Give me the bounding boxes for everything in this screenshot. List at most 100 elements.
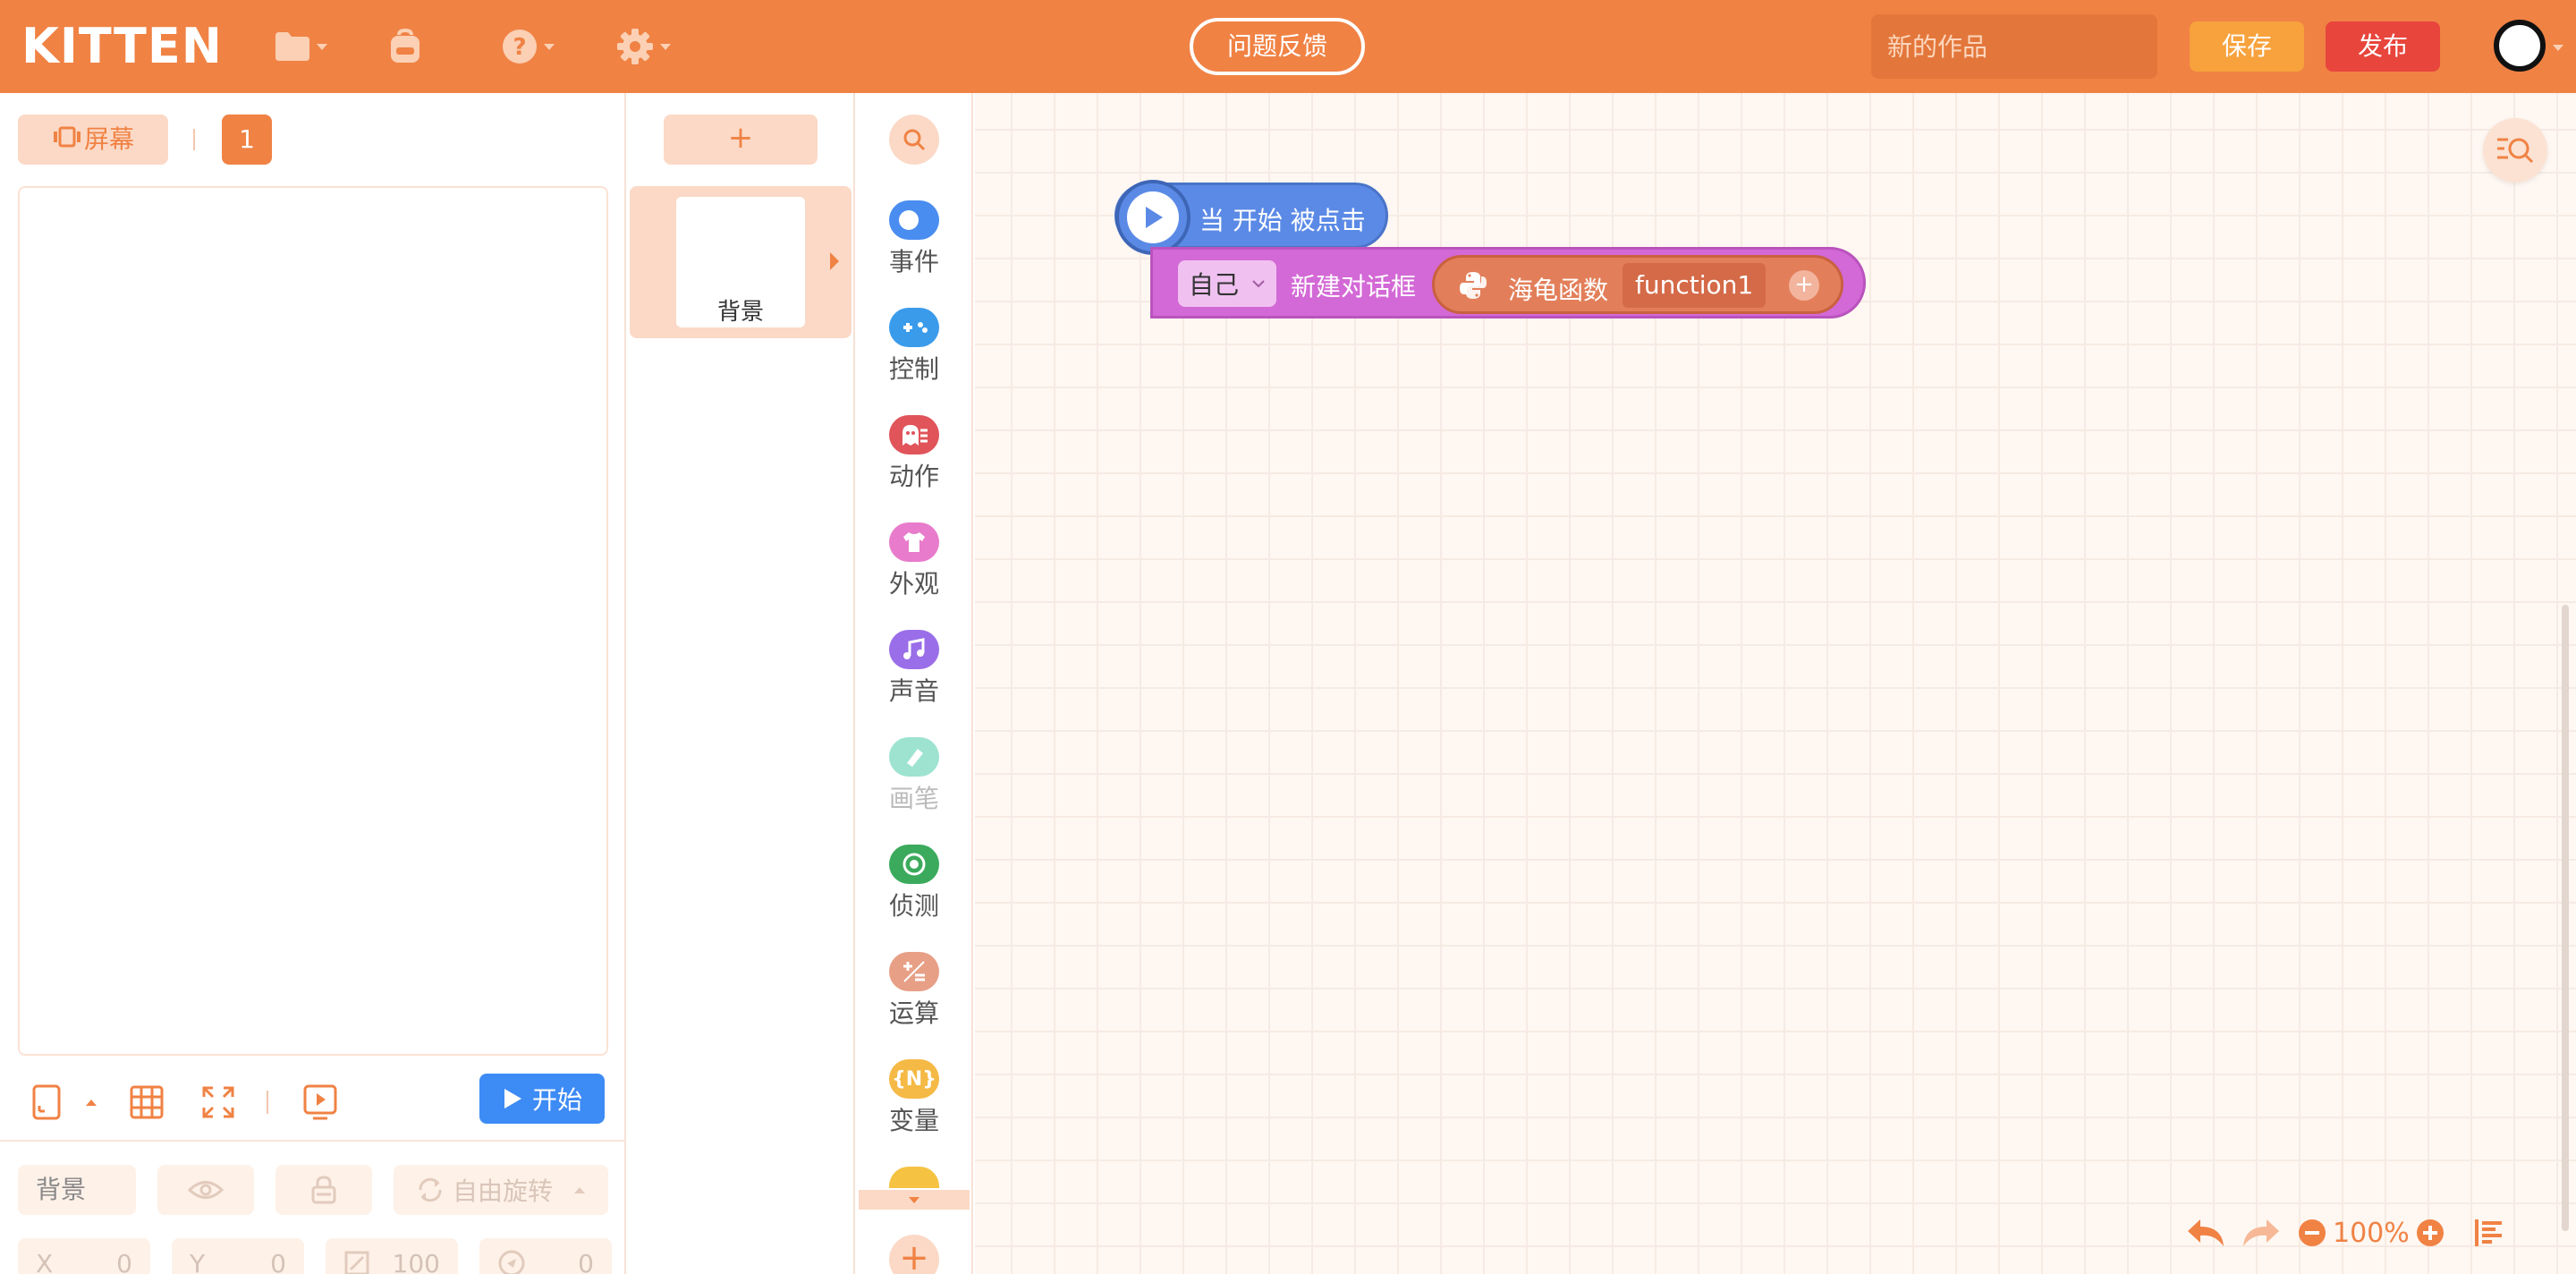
divider: [0, 1140, 626, 1142]
folder-icon: [275, 32, 309, 61]
sprite-item-background[interactable]: 背景: [630, 186, 852, 338]
zoom-out-icon[interactable]: [2297, 1218, 2327, 1248]
screen-icon: [52, 115, 82, 166]
target-select-value: 自己: [1189, 270, 1240, 300]
tablet-icon: [32, 1084, 61, 1120]
ghost-icon: [889, 415, 939, 454]
direction-field[interactable]: 0: [479, 1238, 612, 1274]
publish-button[interactable]: 发布: [2326, 21, 2440, 72]
category-scroll-down[interactable]: [859, 1190, 970, 1210]
new-dialog-block[interactable]: 自己 新建对话框 海龟函数 function1 +: [1150, 247, 1866, 318]
chevron-down-icon[interactable]: [2553, 45, 2563, 51]
size-field[interactable]: 100: [326, 1238, 458, 1274]
category-label: 控制: [888, 354, 939, 384]
add-parameter-button[interactable]: +: [1789, 270, 1819, 301]
play-icon: [504, 1089, 521, 1108]
screen-tab[interactable]: 屏幕: [18, 115, 168, 165]
grid-toggle[interactable]: [129, 1081, 165, 1124]
chevron-up-icon: [574, 1187, 585, 1193]
undo-icon[interactable]: [2186, 1218, 2225, 1248]
category-control[interactable]: 控制: [855, 308, 973, 397]
x-label: X: [36, 1248, 54, 1274]
category-operators[interactable]: 运算: [855, 952, 973, 1041]
chevron-down-icon: [1252, 280, 1265, 288]
sprite-panel: + 背景: [628, 93, 855, 1274]
visibility-toggle[interactable]: [157, 1165, 254, 1215]
chevron-down-icon: [909, 1197, 919, 1203]
chevron-right-icon[interactable]: [830, 252, 839, 270]
zoom-control: 100%: [2297, 1218, 2445, 1249]
gear-icon: [617, 29, 653, 64]
workspace-scrollbar[interactable]: [2562, 605, 2569, 1231]
direction-value: 0: [578, 1248, 594, 1274]
target-select[interactable]: 自己: [1178, 260, 1276, 307]
stage-canvas[interactable]: [18, 186, 608, 1056]
turtle-function-block[interactable]: 海龟函数 function1 +: [1432, 255, 1843, 314]
avatar[interactable]: [2494, 20, 2546, 72]
lock-icon: [311, 1176, 336, 1204]
workspace-search-button[interactable]: [2483, 118, 2547, 183]
list-search-icon: [2497, 138, 2534, 164]
save-button[interactable]: 保存: [2190, 21, 2304, 72]
radar-icon: [889, 845, 939, 884]
direction-icon: [498, 1250, 525, 1274]
category-looks[interactable]: 外观: [855, 522, 973, 612]
redo-icon[interactable]: [2241, 1218, 2281, 1248]
align-blocks-icon[interactable]: [2474, 1218, 2506, 1248]
x-value: 0: [116, 1248, 132, 1274]
feedback-button[interactable]: 问题反馈: [1190, 18, 1365, 75]
chevron-down-icon: [660, 43, 671, 50]
preview-button[interactable]: [302, 1081, 338, 1124]
block-categories: 事件 控制 动作 外观 声音 画笔 侦测 运算 {N} 变量 +: [855, 93, 973, 1274]
rotation-mode-label: 自由旋转: [452, 1176, 553, 1206]
math-icon: [889, 952, 939, 991]
code-workspace[interactable]: 当 开始 被点击 自己 新建对话框 海龟函数 function1 +: [975, 93, 2576, 1274]
lock-toggle[interactable]: [275, 1165, 372, 1215]
category-sound[interactable]: 声音: [855, 630, 973, 719]
music-icon: [889, 630, 939, 669]
settings-menu[interactable]: [615, 21, 671, 72]
add-extension-button[interactable]: +: [889, 1235, 939, 1274]
stage-panel: 屏幕 1 开始 背景 自由旋转 X 0 Y 0 100 0: [0, 93, 626, 1274]
start-label: 开始: [531, 1085, 582, 1115]
help-menu[interactable]: ?: [501, 21, 555, 72]
file-menu[interactable]: [274, 21, 327, 72]
category-pen[interactable]: 画笔: [855, 737, 973, 827]
category-lists[interactable]: [855, 1167, 973, 1188]
fullscreen-icon: [202, 1086, 234, 1118]
category-label: 外观: [888, 569, 939, 599]
y-value: 0: [270, 1248, 286, 1274]
chevron-down-icon: [317, 43, 327, 50]
selected-object-name[interactable]: 背景: [18, 1165, 136, 1215]
workspace-controls: 100%: [2186, 1211, 2506, 1254]
when-start-clicked-block[interactable]: 当 开始 被点击: [1114, 180, 1388, 255]
x-field[interactable]: X 0: [18, 1238, 150, 1274]
category-variables[interactable]: {N} 变量: [855, 1059, 973, 1149]
device-size-button[interactable]: [30, 1081, 63, 1124]
screen-count-badge[interactable]: 1: [222, 115, 272, 165]
project-title-input[interactable]: [1871, 14, 2157, 79]
category-label: 侦测: [888, 891, 939, 921]
category-motion[interactable]: 动作: [855, 415, 973, 505]
rotate-icon: [419, 1177, 442, 1202]
help-icon: ?: [503, 30, 537, 64]
play-screen-icon: [303, 1084, 337, 1120]
category-label: 画笔: [888, 784, 939, 813]
fullscreen-button[interactable]: [200, 1081, 236, 1124]
category-sensing[interactable]: 侦测: [855, 845, 973, 934]
start-button[interactable]: 开始: [479, 1074, 605, 1124]
add-sprite-button[interactable]: +: [664, 115, 818, 165]
zoom-in-icon[interactable]: [2415, 1218, 2445, 1248]
block-search-button[interactable]: [889, 115, 939, 165]
chevron-down-icon: [544, 43, 555, 50]
category-events[interactable]: 事件: [855, 200, 973, 290]
function-name-field[interactable]: function1: [1623, 263, 1766, 308]
eye-icon: [188, 1181, 224, 1199]
toggle-icon: [889, 200, 939, 240]
y-field[interactable]: Y 0: [172, 1238, 304, 1274]
backpack-button[interactable]: [386, 21, 424, 72]
device-size-caret[interactable]: [84, 1081, 98, 1124]
zoom-level: 100%: [2333, 1217, 2410, 1249]
variable-icon: {N}: [889, 1059, 939, 1099]
rotation-mode-select[interactable]: 自由旋转: [394, 1165, 608, 1215]
